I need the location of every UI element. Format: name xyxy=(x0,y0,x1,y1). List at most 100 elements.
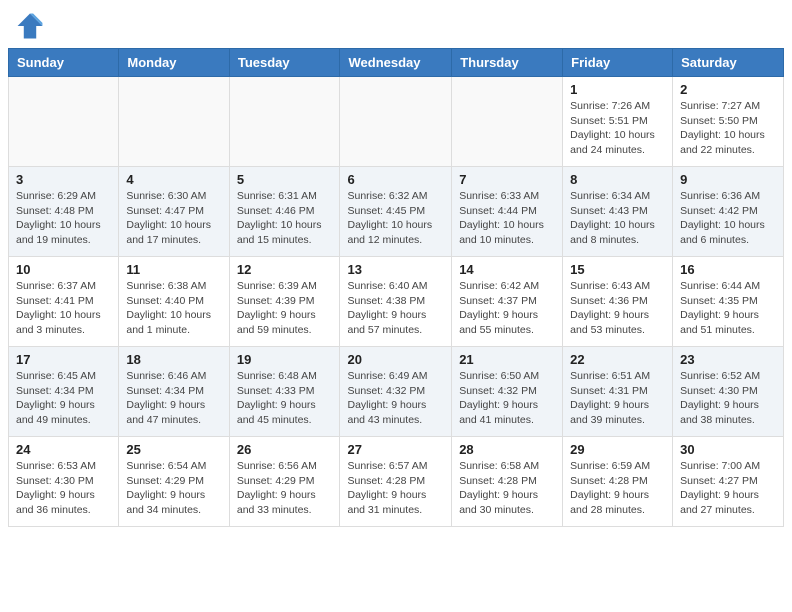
day-cell: 8 Sunrise: 6:34 AM Sunset: 4:43 PM Daylig… xyxy=(563,167,673,257)
day-info: Sunrise: 6:56 AM Sunset: 4:29 PM Dayligh… xyxy=(237,459,333,518)
day-number: 28 xyxy=(459,442,555,457)
day-cell: 4 Sunrise: 6:30 AM Sunset: 4:47 PM Daylig… xyxy=(119,167,229,257)
day-number: 18 xyxy=(126,352,221,367)
day-number: 7 xyxy=(459,172,555,187)
day-info: Sunrise: 6:43 AM Sunset: 4:36 PM Dayligh… xyxy=(570,279,665,338)
day-cell: 26 Sunrise: 6:56 AM Sunset: 4:29 PM Dayli… xyxy=(229,437,340,527)
day-cell xyxy=(9,77,119,167)
day-cell: 24 Sunrise: 6:53 AM Sunset: 4:30 PM Dayli… xyxy=(9,437,119,527)
day-cell: 7 Sunrise: 6:33 AM Sunset: 4:44 PM Daylig… xyxy=(452,167,563,257)
day-cell: 2 Sunrise: 7:27 AM Sunset: 5:50 PM Daylig… xyxy=(673,77,784,167)
page-header xyxy=(0,0,792,48)
day-info: Sunrise: 6:40 AM Sunset: 4:38 PM Dayligh… xyxy=(347,279,444,338)
day-info: Sunrise: 6:58 AM Sunset: 4:28 PM Dayligh… xyxy=(459,459,555,518)
day-number: 24 xyxy=(16,442,111,457)
day-info: Sunrise: 6:57 AM Sunset: 4:28 PM Dayligh… xyxy=(347,459,444,518)
day-info: Sunrise: 7:26 AM Sunset: 5:51 PM Dayligh… xyxy=(570,99,665,158)
day-number: 19 xyxy=(237,352,333,367)
col-header-tuesday: Tuesday xyxy=(229,49,340,77)
day-number: 27 xyxy=(347,442,444,457)
day-number: 9 xyxy=(680,172,776,187)
day-info: Sunrise: 6:49 AM Sunset: 4:32 PM Dayligh… xyxy=(347,369,444,428)
day-info: Sunrise: 6:32 AM Sunset: 4:45 PM Dayligh… xyxy=(347,189,444,248)
day-number: 2 xyxy=(680,82,776,97)
calendar-table: SundayMondayTuesdayWednesdayThursdayFrid… xyxy=(8,48,784,527)
calendar-header-row: SundayMondayTuesdayWednesdayThursdayFrid… xyxy=(9,49,784,77)
day-info: Sunrise: 6:46 AM Sunset: 4:34 PM Dayligh… xyxy=(126,369,221,428)
day-number: 26 xyxy=(237,442,333,457)
day-info: Sunrise: 6:53 AM Sunset: 4:30 PM Dayligh… xyxy=(16,459,111,518)
day-info: Sunrise: 6:38 AM Sunset: 4:40 PM Dayligh… xyxy=(126,279,221,338)
day-info: Sunrise: 6:36 AM Sunset: 4:42 PM Dayligh… xyxy=(680,189,776,248)
day-info: Sunrise: 6:30 AM Sunset: 4:47 PM Dayligh… xyxy=(126,189,221,248)
day-cell: 12Sunrise: 6:39 AM Sunset: 4:39 PM Dayli… xyxy=(229,257,340,347)
day-cell: 3Sunrise: 6:29 AM Sunset: 4:48 PM Daylig… xyxy=(9,167,119,257)
day-info: Sunrise: 7:00 AM Sunset: 4:27 PM Dayligh… xyxy=(680,459,776,518)
day-info: Sunrise: 6:45 AM Sunset: 4:34 PM Dayligh… xyxy=(16,369,111,428)
day-number: 6 xyxy=(347,172,444,187)
day-number: 17 xyxy=(16,352,111,367)
day-number: 14 xyxy=(459,262,555,277)
day-cell: 25Sunrise: 6:54 AM Sunset: 4:29 PM Dayli… xyxy=(119,437,229,527)
col-header-monday: Monday xyxy=(119,49,229,77)
day-number: 1 xyxy=(570,82,665,97)
day-number: 10 xyxy=(16,262,111,277)
week-row-4: 17 Sunrise: 6:45 AM Sunset: 4:34 PM Dayli… xyxy=(9,347,784,437)
day-info: Sunrise: 7:27 AM Sunset: 5:50 PM Dayligh… xyxy=(680,99,776,158)
day-info: Sunrise: 6:37 AM Sunset: 4:41 PM Dayligh… xyxy=(16,279,111,338)
day-number: 22 xyxy=(570,352,665,367)
day-cell: 11 Sunrise: 6:38 AM Sunset: 4:40 PM Dayli… xyxy=(119,257,229,347)
day-info: Sunrise: 6:44 AM Sunset: 4:35 PM Dayligh… xyxy=(680,279,776,338)
week-row-1: 1 Sunrise: 7:26 AM Sunset: 5:51 PM Daylig… xyxy=(9,77,784,167)
day-cell: 18 Sunrise: 6:46 AM Sunset: 4:34 PM Dayli… xyxy=(119,347,229,437)
day-cell xyxy=(119,77,229,167)
day-number: 11 xyxy=(126,262,221,277)
day-number: 23 xyxy=(680,352,776,367)
day-info: Sunrise: 6:52 AM Sunset: 4:30 PM Dayligh… xyxy=(680,369,776,428)
day-cell: 14 Sunrise: 6:42 AM Sunset: 4:37 PM Dayli… xyxy=(452,257,563,347)
day-cell: 27 Sunrise: 6:57 AM Sunset: 4:28 PM Dayli… xyxy=(340,437,452,527)
day-cell xyxy=(452,77,563,167)
day-cell: 16 Sunrise: 6:44 AM Sunset: 4:35 PM Dayli… xyxy=(673,257,784,347)
day-info: Sunrise: 6:54 AM Sunset: 4:29 PM Dayligh… xyxy=(126,459,221,518)
day-info: Sunrise: 6:51 AM Sunset: 4:31 PM Dayligh… xyxy=(570,369,665,428)
day-info: Sunrise: 6:34 AM Sunset: 4:43 PM Dayligh… xyxy=(570,189,665,248)
day-cell: 17 Sunrise: 6:45 AM Sunset: 4:34 PM Dayli… xyxy=(9,347,119,437)
day-number: 20 xyxy=(347,352,444,367)
day-number: 21 xyxy=(459,352,555,367)
day-cell: 10 Sunrise: 6:37 AM Sunset: 4:41 PM Dayli… xyxy=(9,257,119,347)
day-info: Sunrise: 6:33 AM Sunset: 4:44 PM Dayligh… xyxy=(459,189,555,248)
col-header-friday: Friday xyxy=(563,49,673,77)
day-cell: 1 Sunrise: 7:26 AM Sunset: 5:51 PM Daylig… xyxy=(563,77,673,167)
day-cell xyxy=(340,77,452,167)
day-cell: 30 Sunrise: 7:00 AM Sunset: 4:27 PM Dayli… xyxy=(673,437,784,527)
day-cell: 23 Sunrise: 6:52 AM Sunset: 4:30 PM Dayli… xyxy=(673,347,784,437)
calendar-wrapper: SundayMondayTuesdayWednesdayThursdayFrid… xyxy=(0,48,792,535)
week-row-2: 3Sunrise: 6:29 AM Sunset: 4:48 PM Daylig… xyxy=(9,167,784,257)
day-cell: 5 Sunrise: 6:31 AM Sunset: 4:46 PM Daylig… xyxy=(229,167,340,257)
day-info: Sunrise: 6:42 AM Sunset: 4:37 PM Dayligh… xyxy=(459,279,555,338)
day-cell: 28 Sunrise: 6:58 AM Sunset: 4:28 PM Dayli… xyxy=(452,437,563,527)
day-cell: 21 Sunrise: 6:50 AM Sunset: 4:32 PM Dayli… xyxy=(452,347,563,437)
day-cell: 19Sunrise: 6:48 AM Sunset: 4:33 PM Dayli… xyxy=(229,347,340,437)
day-number: 4 xyxy=(126,172,221,187)
day-number: 30 xyxy=(680,442,776,457)
day-cell: 6 Sunrise: 6:32 AM Sunset: 4:45 PM Daylig… xyxy=(340,167,452,257)
day-info: Sunrise: 6:31 AM Sunset: 4:46 PM Dayligh… xyxy=(237,189,333,248)
day-cell: 22 Sunrise: 6:51 AM Sunset: 4:31 PM Dayli… xyxy=(563,347,673,437)
day-number: 16 xyxy=(680,262,776,277)
col-header-wednesday: Wednesday xyxy=(340,49,452,77)
col-header-sunday: Sunday xyxy=(9,49,119,77)
day-number: 8 xyxy=(570,172,665,187)
day-number: 13 xyxy=(347,262,444,277)
day-number: 12 xyxy=(237,262,333,277)
week-row-5: 24 Sunrise: 6:53 AM Sunset: 4:30 PM Dayli… xyxy=(9,437,784,527)
day-info: Sunrise: 6:29 AM Sunset: 4:48 PM Dayligh… xyxy=(16,189,111,248)
day-number: 5 xyxy=(237,172,333,187)
day-info: Sunrise: 6:50 AM Sunset: 4:32 PM Dayligh… xyxy=(459,369,555,428)
day-cell xyxy=(229,77,340,167)
day-cell: 9 Sunrise: 6:36 AM Sunset: 4:42 PM Daylig… xyxy=(673,167,784,257)
week-row-3: 10 Sunrise: 6:37 AM Sunset: 4:41 PM Dayli… xyxy=(9,257,784,347)
day-cell: 29Sunrise: 6:59 AM Sunset: 4:28 PM Dayli… xyxy=(563,437,673,527)
logo xyxy=(16,12,46,40)
